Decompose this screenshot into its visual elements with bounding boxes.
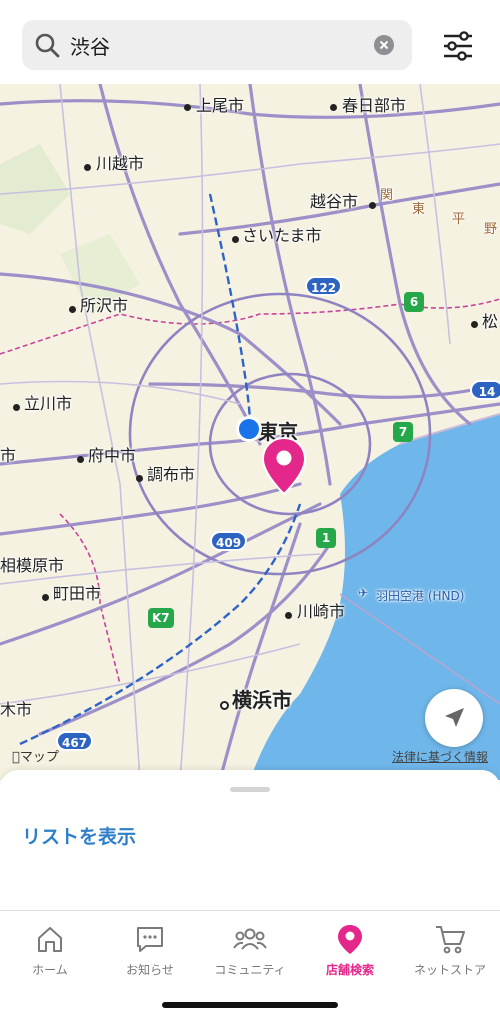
community-icon [233,928,267,950]
city-dot [220,701,229,710]
map-provider-logo: マップ [12,746,59,765]
region-label: 平 [452,212,466,227]
city-label-kawasaki: 川崎市 [297,602,346,621]
city-label-chofu: 調布市 [147,465,196,484]
city-dot [330,104,337,111]
search-input[interactable]: 渋谷 [70,31,110,60]
city-dot [77,456,84,463]
clear-icon[interactable] [374,35,394,55]
home-indicator [162,1002,338,1008]
city-label-kasukabe: 春日部市 [342,96,407,115]
route-shield: 467 [56,731,94,751]
sliders-icon[interactable] [440,28,476,64]
bottom-sheet: リストを表示 [0,770,500,910]
chat-icon [137,927,163,952]
city-label-sagamihara: 相模原市 [0,556,65,575]
city-label-yokohama: 横浜市 [232,688,292,712]
city-label-kawagoe: 川越市 [96,154,145,173]
city-label-machida: 町田市 [53,584,102,603]
city-dot [69,306,76,313]
city-dot [13,404,20,411]
tab-label: コミュニティ [214,963,286,977]
locate-me-button[interactable] [425,689,483,747]
tab-store-search[interactable]: 店舗検索 [300,919,400,989]
region-label: 野 [484,222,498,237]
city-label-fuchu: 府中市 [88,446,137,465]
tab-home[interactable]: ホーム [0,919,100,989]
city-label-tokorozawa: 所沢市 [80,296,129,315]
tab-label: ネットストア [413,963,486,977]
route-shield: 7 [393,422,413,442]
city-dot [285,612,292,619]
show-list-link[interactable]: リストを表示 [22,822,136,849]
tab-news[interactable]: お知らせ [100,919,200,989]
city-label-ageo: 上尾市 [196,96,245,115]
city-label-atsugi: 木市 [0,700,33,719]
city-label-tachikawa: 立川市 [24,394,73,413]
region-label: 東 [412,202,426,217]
city-label-saitama: さいたま市 [242,226,322,245]
search-bar[interactable]: 渋谷 [22,20,412,70]
city-label-edge: 市 [0,446,17,465]
tab-label: ホーム [32,963,68,977]
map-provider-label: マップ [12,750,59,765]
map-view[interactable]: 上尾市 春日部市 川越市 越谷市 関 東 平 野 さいたま市 所沢市 松 立川市… [0,84,500,780]
app-screen: 渋谷 上尾市 春日部市 川越市 越谷市 関 東 平 野 さいたま市 所沢市 松 … [0,0,500,1022]
route-shield: 6 [404,292,424,312]
route-shield: 409 [210,531,248,551]
user-location-dot [236,416,262,442]
city-label-koshigaya: 越谷市 [310,192,359,211]
tab-label: お知らせ [126,963,174,977]
route-shield: 1 [316,528,336,548]
region-label: 関 [380,188,394,203]
city-label-matsudo: 松 [482,312,499,331]
route-shield: 122 [305,276,343,296]
route-shield: 14 [470,380,500,400]
airport-label: 羽田空港 (HND) [376,589,465,603]
city-dot [232,236,239,243]
location-pin-icon[interactable] [261,436,307,496]
city-dot [42,594,49,601]
navigation-arrow-icon [445,708,464,727]
tab-label: 店舗検索 [325,963,374,977]
city-dot [84,164,91,171]
search-icon [35,33,60,58]
cart-icon [436,926,465,954]
sheet-grabber[interactable] [230,787,270,792]
city-dot [184,104,191,111]
tab-community[interactable]: コミュニティ [200,919,300,989]
airport-icon: ✈ [358,586,369,600]
attribution-link[interactable]: 法律に基づく情報 [392,748,488,765]
route-shield: K7 [148,608,174,628]
tab-net-store[interactable]: ネットストア [400,919,500,989]
location-pin-icon [338,925,362,954]
home-icon [38,927,62,952]
city-dot [471,321,478,328]
city-dot [136,475,143,482]
city-dot [369,202,376,209]
top-bar: 渋谷 [0,0,500,84]
